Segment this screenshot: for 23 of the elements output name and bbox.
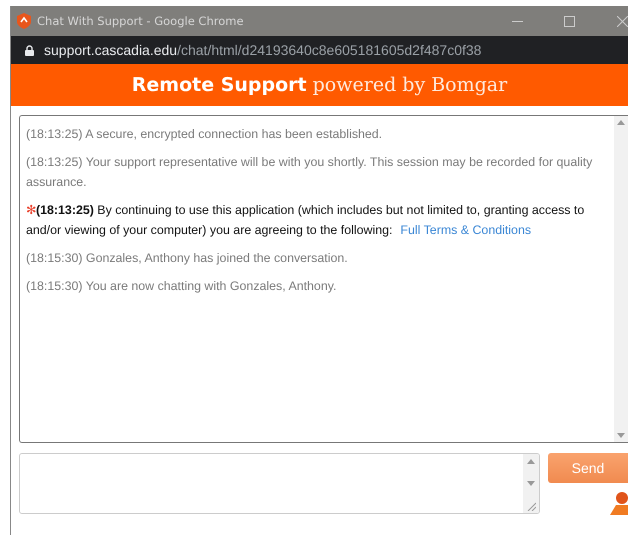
lock-icon <box>25 44 34 56</box>
terms-link[interactable]: Full Terms & Conditions <box>400 223 532 237</box>
maximize-icon[interactable] <box>564 16 574 26</box>
system-message: (18:15:30) You are now chatting with Gonzales, Anthony. <box>26 278 338 295</box>
minimize-icon[interactable] <box>512 20 522 22</box>
system-message: (18:13:25) Your support representative will be with you shortly. This session may be recorded for quality assurance. <box>26 154 594 191</box>
scrollbar[interactable] <box>614 116 628 442</box>
app-logo-icon <box>17 13 31 29</box>
resize-handle-icon[interactable] <box>526 502 536 511</box>
header-subtitle: powered by Bomgar <box>312 74 508 96</box>
header-title: Remote Support <box>132 74 307 96</box>
scroll-down-icon[interactable] <box>617 433 625 438</box>
system-message: (18:15:30) Gonzales, Anthony has joined the conversation. <box>26 250 349 267</box>
send-button[interactable]: Send <box>548 453 628 483</box>
scroll-down-icon[interactable] <box>527 480 535 486</box>
person-icon <box>610 491 628 515</box>
system-message: (18:13:25) A secure, encrypted connection has been established. <box>26 126 384 143</box>
scroll-up-icon[interactable] <box>527 459 535 464</box>
terms-message: ✻(18:13:25) By continuing to use this application (which includes but not limited to, granting access to and/or viewing of your computer) you are agreeing to the following: Full Terms & Conditions <box>26 202 586 239</box>
close-icon[interactable] <box>617 16 628 26</box>
scroll-up-icon[interactable] <box>617 120 625 125</box>
window-title: Chat With Support - Google Chrome <box>37 14 245 28</box>
message-input[interactable] <box>19 453 540 514</box>
